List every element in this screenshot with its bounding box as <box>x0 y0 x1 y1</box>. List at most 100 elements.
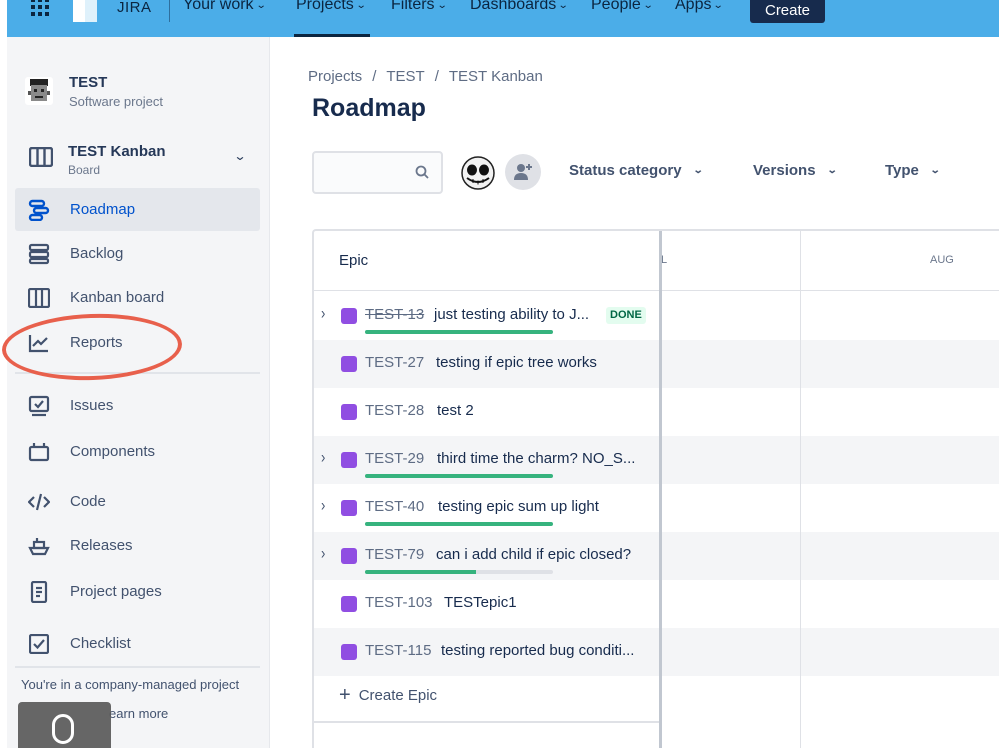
sidebar-item-label: Reports <box>70 334 123 351</box>
epic-column-resizer[interactable] <box>659 231 662 748</box>
expand-chevron-icon[interactable]: › <box>321 495 325 515</box>
nav-dashboards-label: Dashboards <box>470 0 557 13</box>
reports-icon <box>27 331 51 355</box>
filter-status-category[interactable]: Status category ⌄ <box>569 162 704 179</box>
expand-chevron-icon[interactable]: › <box>321 447 325 467</box>
epic-summary[interactable]: can i add child if epic closed? <box>436 546 631 563</box>
sidebar-item-kanban-board[interactable]: Kanban board <box>15 276 260 319</box>
chevron-down-icon: ⌄ <box>692 165 704 176</box>
sidebar-item-label: Kanban board <box>70 289 165 306</box>
sidebar-item-backlog[interactable]: Backlog <box>15 232 260 275</box>
filter-label: Versions <box>753 162 816 179</box>
learn-more-link[interactable]: earn more <box>109 706 168 721</box>
sidebar-item-code[interactable]: Code <box>15 480 260 523</box>
breadcrumb-board[interactable]: TEST Kanban <box>449 68 543 85</box>
epic-type-icon <box>341 452 357 468</box>
epic-key[interactable]: TEST-40 <box>365 498 424 515</box>
jira-logo-icon[interactable] <box>67 0 103 26</box>
add-people-button[interactable] <box>505 154 541 190</box>
nav-people[interactable]: People ⌄ <box>591 0 653 14</box>
epic-summary[interactable]: testing epic sum up light <box>438 498 599 515</box>
nav-your-work[interactable]: Your work ⌄ <box>183 0 267 14</box>
kanban-board-icon <box>27 286 51 310</box>
nav-dashboards[interactable]: Dashboards ⌄ <box>470 0 569 14</box>
sidebar-item-components[interactable]: Components <box>15 430 260 473</box>
nav-filters[interactable]: Filters ⌄ <box>391 0 448 14</box>
epic-key[interactable]: TEST-103 <box>365 594 433 611</box>
epic-row[interactable]: › TEST-29 third time the charm? NO_S... <box>314 436 999 484</box>
components-icon <box>27 440 51 464</box>
roadmap-grid: Epic L AUG › TEST-13 just testing abilit… <box>312 229 999 748</box>
expand-chevron-icon[interactable]: › <box>321 303 325 323</box>
board-name: TEST Kanban <box>68 143 166 160</box>
checklist-icon <box>27 632 51 656</box>
nav-apps[interactable]: Apps ⌄ <box>675 0 724 14</box>
epic-summary[interactable]: just testing ability to J... <box>434 306 589 323</box>
epic-row[interactable]: TEST-27 testing if epic tree works <box>314 340 999 388</box>
sidebar-item-label: Releases <box>70 537 133 554</box>
epic-progress-bar <box>365 570 553 574</box>
sidebar-item-project-pages[interactable]: Project pages <box>15 570 260 613</box>
epic-key[interactable]: TEST-28 <box>365 402 424 419</box>
sidebar-item-checklist[interactable]: Checklist <box>15 622 260 665</box>
chevron-down-icon: ⌄ <box>255 0 267 11</box>
chevron-down-icon: ⌄ <box>355 0 367 11</box>
filter-label: Status category <box>569 162 682 179</box>
sidebar-item-releases[interactable]: Releases <box>15 524 260 567</box>
epic-row[interactable]: › TEST-13 just testing ability to J... D… <box>314 292 999 340</box>
page-title: Roadmap <box>312 94 426 122</box>
expand-chevron-icon[interactable]: › <box>321 543 325 563</box>
avatar[interactable] <box>459 154 497 192</box>
sidebar-item-issues[interactable]: Issues <box>15 384 260 427</box>
sidebar-item-reports[interactable]: Reports <box>15 321 260 364</box>
board-selector[interactable]: TEST Kanban Board ⌄ <box>17 135 259 181</box>
epic-summary[interactable]: third time the charm? NO_S... <box>437 450 635 467</box>
nav-filters-label: Filters <box>391 0 435 13</box>
dictation-overlay[interactable] <box>18 702 111 748</box>
filter-type[interactable]: Type ⌄ <box>885 162 941 179</box>
epic-key[interactable]: TEST-27 <box>365 354 424 371</box>
epic-row[interactable]: › TEST-40 testing epic sum up light <box>314 484 999 532</box>
epic-summary[interactable]: testing reported bug conditi... <box>441 642 634 659</box>
roadmap-icon <box>27 198 51 222</box>
chevron-down-icon: ⌄ <box>436 0 448 11</box>
timeline-gridline <box>800 231 801 748</box>
product-name[interactable]: JIRA <box>117 0 152 16</box>
epic-summary[interactable]: testing if epic tree works <box>436 354 597 371</box>
nav-divider <box>169 0 170 22</box>
sidebar-item-roadmap[interactable]: Roadmap <box>15 188 260 231</box>
nav-projects[interactable]: Projects ⌄ <box>296 0 367 14</box>
app-switcher-icon[interactable] <box>31 0 49 16</box>
roadmap-header: Epic L AUG <box>314 231 999 291</box>
project-avatar[interactable] <box>25 77 53 105</box>
epic-key[interactable]: TEST-79 <box>365 546 424 563</box>
search-input[interactable] <box>322 161 412 185</box>
epic-progress-bar <box>365 522 553 526</box>
epic-key[interactable]: TEST-29 <box>365 450 424 467</box>
epic-type-icon <box>341 356 357 372</box>
epic-key[interactable]: TEST-13 <box>365 306 424 323</box>
epic-row[interactable]: TEST-28 test 2 <box>314 388 999 436</box>
create-epic-button[interactable]: + Create Epic <box>339 685 438 705</box>
epic-row[interactable]: TEST-115 testing reported bug conditi... <box>314 628 999 676</box>
breadcrumb-project[interactable]: TEST <box>386 68 424 85</box>
progress-fill <box>365 474 553 478</box>
breadcrumb-projects[interactable]: Projects <box>308 68 362 85</box>
epic-summary[interactable]: test 2 <box>437 402 474 419</box>
breadcrumb-separator: / <box>372 68 377 85</box>
create-epic-label: Create Epic <box>358 687 438 704</box>
epic-key[interactable]: TEST-115 <box>365 642 431 659</box>
epic-row[interactable]: TEST-103 TESTepic1 <box>314 580 999 628</box>
epic-row[interactable]: › TEST-79 can i add child if epic closed… <box>314 532 999 580</box>
sidebar-item-label: Code <box>70 493 106 510</box>
epic-summary[interactable]: TESTepic1 <box>444 594 517 611</box>
timeline-month-label: AUG <box>930 254 954 266</box>
create-button[interactable]: Create <box>750 0 825 23</box>
filter-versions[interactable]: Versions ⌄ <box>753 162 837 179</box>
add-user-icon <box>514 164 532 180</box>
search-field[interactable] <box>312 151 443 194</box>
search-icon <box>415 165 429 179</box>
sidebar-item-label: Issues <box>70 397 114 414</box>
board-icon <box>29 147 53 167</box>
status-badge: DONE <box>606 307 646 324</box>
